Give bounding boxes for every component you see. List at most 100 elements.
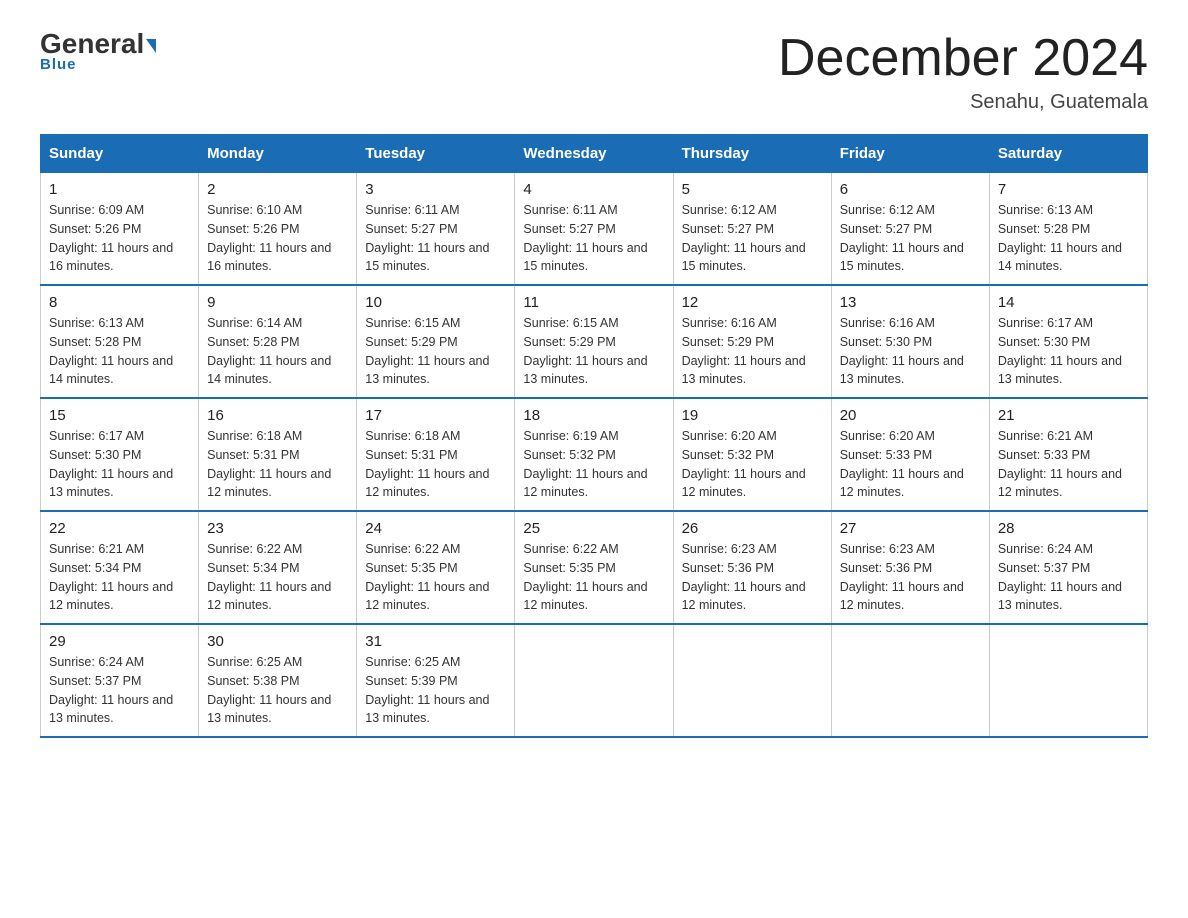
calendar-day-cell: 31 Sunrise: 6:25 AMSunset: 5:39 PMDaylig… bbox=[357, 624, 515, 737]
day-info: Sunrise: 6:12 AMSunset: 5:27 PMDaylight:… bbox=[682, 201, 823, 276]
calendar-day-cell: 23 Sunrise: 6:22 AMSunset: 5:34 PMDaylig… bbox=[199, 511, 357, 624]
calendar-table: SundayMondayTuesdayWednesdayThursdayFrid… bbox=[40, 134, 1148, 738]
calendar-day-cell: 10 Sunrise: 6:15 AMSunset: 5:29 PMDaylig… bbox=[357, 285, 515, 398]
calendar-day-cell: 17 Sunrise: 6:18 AMSunset: 5:31 PMDaylig… bbox=[357, 398, 515, 511]
day-info: Sunrise: 6:11 AMSunset: 5:27 PMDaylight:… bbox=[365, 201, 506, 276]
day-info: Sunrise: 6:24 AMSunset: 5:37 PMDaylight:… bbox=[998, 540, 1139, 615]
calendar-day-header: Wednesday bbox=[515, 135, 673, 173]
day-info: Sunrise: 6:15 AMSunset: 5:29 PMDaylight:… bbox=[365, 314, 506, 389]
calendar-day-cell: 19 Sunrise: 6:20 AMSunset: 5:32 PMDaylig… bbox=[673, 398, 831, 511]
calendar-day-cell: 3 Sunrise: 6:11 AMSunset: 5:27 PMDayligh… bbox=[357, 173, 515, 286]
day-number: 10 bbox=[365, 294, 506, 311]
day-info: Sunrise: 6:12 AMSunset: 5:27 PMDaylight:… bbox=[840, 201, 981, 276]
day-number: 18 bbox=[523, 407, 664, 424]
day-info: Sunrise: 6:13 AMSunset: 5:28 PMDaylight:… bbox=[49, 314, 190, 389]
day-info: Sunrise: 6:20 AMSunset: 5:33 PMDaylight:… bbox=[840, 427, 981, 502]
calendar-day-cell: 4 Sunrise: 6:11 AMSunset: 5:27 PMDayligh… bbox=[515, 173, 673, 286]
calendar-day-cell: 21 Sunrise: 6:21 AMSunset: 5:33 PMDaylig… bbox=[989, 398, 1147, 511]
day-info: Sunrise: 6:16 AMSunset: 5:30 PMDaylight:… bbox=[840, 314, 981, 389]
calendar-day-cell: 12 Sunrise: 6:16 AMSunset: 5:29 PMDaylig… bbox=[673, 285, 831, 398]
day-info: Sunrise: 6:23 AMSunset: 5:36 PMDaylight:… bbox=[682, 540, 823, 615]
calendar-week-row: 29 Sunrise: 6:24 AMSunset: 5:37 PMDaylig… bbox=[41, 624, 1148, 737]
day-number: 1 bbox=[49, 181, 190, 198]
day-info: Sunrise: 6:25 AMSunset: 5:38 PMDaylight:… bbox=[207, 653, 348, 728]
calendar-day-cell: 8 Sunrise: 6:13 AMSunset: 5:28 PMDayligh… bbox=[41, 285, 199, 398]
calendar-day-header: Tuesday bbox=[357, 135, 515, 173]
day-number: 22 bbox=[49, 520, 190, 537]
day-info: Sunrise: 6:15 AMSunset: 5:29 PMDaylight:… bbox=[523, 314, 664, 389]
calendar-day-cell: 24 Sunrise: 6:22 AMSunset: 5:35 PMDaylig… bbox=[357, 511, 515, 624]
day-info: Sunrise: 6:11 AMSunset: 5:27 PMDaylight:… bbox=[523, 201, 664, 276]
day-info: Sunrise: 6:17 AMSunset: 5:30 PMDaylight:… bbox=[998, 314, 1139, 389]
day-number: 9 bbox=[207, 294, 348, 311]
calendar-week-row: 15 Sunrise: 6:17 AMSunset: 5:30 PMDaylig… bbox=[41, 398, 1148, 511]
day-info: Sunrise: 6:17 AMSunset: 5:30 PMDaylight:… bbox=[49, 427, 190, 502]
calendar-day-cell: 29 Sunrise: 6:24 AMSunset: 5:37 PMDaylig… bbox=[41, 624, 199, 737]
logo-text: General bbox=[40, 30, 156, 58]
calendar-day-cell: 26 Sunrise: 6:23 AMSunset: 5:36 PMDaylig… bbox=[673, 511, 831, 624]
calendar-header-row: SundayMondayTuesdayWednesdayThursdayFrid… bbox=[41, 135, 1148, 173]
logo: General Blue bbox=[40, 30, 156, 73]
day-number: 23 bbox=[207, 520, 348, 537]
day-info: Sunrise: 6:09 AMSunset: 5:26 PMDaylight:… bbox=[49, 201, 190, 276]
day-number: 15 bbox=[49, 407, 190, 424]
day-info: Sunrise: 6:19 AMSunset: 5:32 PMDaylight:… bbox=[523, 427, 664, 502]
day-info: Sunrise: 6:18 AMSunset: 5:31 PMDaylight:… bbox=[207, 427, 348, 502]
day-number: 27 bbox=[840, 520, 981, 537]
calendar-day-cell: 28 Sunrise: 6:24 AMSunset: 5:37 PMDaylig… bbox=[989, 511, 1147, 624]
day-number: 19 bbox=[682, 407, 823, 424]
day-info: Sunrise: 6:21 AMSunset: 5:34 PMDaylight:… bbox=[49, 540, 190, 615]
day-info: Sunrise: 6:22 AMSunset: 5:35 PMDaylight:… bbox=[523, 540, 664, 615]
calendar-day-cell bbox=[673, 624, 831, 737]
calendar-day-cell: 20 Sunrise: 6:20 AMSunset: 5:33 PMDaylig… bbox=[831, 398, 989, 511]
day-number: 29 bbox=[49, 633, 190, 650]
day-number: 12 bbox=[682, 294, 823, 311]
day-number: 31 bbox=[365, 633, 506, 650]
calendar-day-cell: 22 Sunrise: 6:21 AMSunset: 5:34 PMDaylig… bbox=[41, 511, 199, 624]
day-info: Sunrise: 6:14 AMSunset: 5:28 PMDaylight:… bbox=[207, 314, 348, 389]
calendar-week-row: 1 Sunrise: 6:09 AMSunset: 5:26 PMDayligh… bbox=[41, 173, 1148, 286]
calendar-day-cell: 27 Sunrise: 6:23 AMSunset: 5:36 PMDaylig… bbox=[831, 511, 989, 624]
day-number: 8 bbox=[49, 294, 190, 311]
calendar-day-cell: 1 Sunrise: 6:09 AMSunset: 5:26 PMDayligh… bbox=[41, 173, 199, 286]
day-info: Sunrise: 6:24 AMSunset: 5:37 PMDaylight:… bbox=[49, 653, 190, 728]
calendar-day-header: Saturday bbox=[989, 135, 1147, 173]
calendar-day-cell: 7 Sunrise: 6:13 AMSunset: 5:28 PMDayligh… bbox=[989, 173, 1147, 286]
day-info: Sunrise: 6:20 AMSunset: 5:32 PMDaylight:… bbox=[682, 427, 823, 502]
calendar-day-cell: 9 Sunrise: 6:14 AMSunset: 5:28 PMDayligh… bbox=[199, 285, 357, 398]
month-title: December 2024 bbox=[778, 30, 1148, 87]
day-number: 14 bbox=[998, 294, 1139, 311]
calendar-day-cell: 5 Sunrise: 6:12 AMSunset: 5:27 PMDayligh… bbox=[673, 173, 831, 286]
day-number: 3 bbox=[365, 181, 506, 198]
logo-triangle-icon bbox=[146, 39, 156, 53]
day-number: 17 bbox=[365, 407, 506, 424]
calendar-day-header: Friday bbox=[831, 135, 989, 173]
day-info: Sunrise: 6:22 AMSunset: 5:35 PMDaylight:… bbox=[365, 540, 506, 615]
day-info: Sunrise: 6:21 AMSunset: 5:33 PMDaylight:… bbox=[998, 427, 1139, 502]
day-info: Sunrise: 6:18 AMSunset: 5:31 PMDaylight:… bbox=[365, 427, 506, 502]
logo-blue-text: Blue bbox=[40, 56, 77, 73]
calendar-day-cell: 14 Sunrise: 6:17 AMSunset: 5:30 PMDaylig… bbox=[989, 285, 1147, 398]
calendar-day-cell bbox=[989, 624, 1147, 737]
page-header: General Blue December 2024 Senahu, Guate… bbox=[40, 30, 1148, 114]
location-subtitle: Senahu, Guatemala bbox=[778, 91, 1148, 114]
day-number: 6 bbox=[840, 181, 981, 198]
calendar-day-header: Monday bbox=[199, 135, 357, 173]
day-number: 11 bbox=[523, 294, 664, 311]
calendar-day-cell: 6 Sunrise: 6:12 AMSunset: 5:27 PMDayligh… bbox=[831, 173, 989, 286]
day-info: Sunrise: 6:13 AMSunset: 5:28 PMDaylight:… bbox=[998, 201, 1139, 276]
day-number: 26 bbox=[682, 520, 823, 537]
day-info: Sunrise: 6:23 AMSunset: 5:36 PMDaylight:… bbox=[840, 540, 981, 615]
calendar-day-header: Thursday bbox=[673, 135, 831, 173]
calendar-day-cell: 11 Sunrise: 6:15 AMSunset: 5:29 PMDaylig… bbox=[515, 285, 673, 398]
day-info: Sunrise: 6:16 AMSunset: 5:29 PMDaylight:… bbox=[682, 314, 823, 389]
day-number: 16 bbox=[207, 407, 348, 424]
day-number: 4 bbox=[523, 181, 664, 198]
calendar-day-cell: 16 Sunrise: 6:18 AMSunset: 5:31 PMDaylig… bbox=[199, 398, 357, 511]
calendar-day-cell bbox=[515, 624, 673, 737]
day-info: Sunrise: 6:25 AMSunset: 5:39 PMDaylight:… bbox=[365, 653, 506, 728]
day-number: 30 bbox=[207, 633, 348, 650]
calendar-day-cell: 15 Sunrise: 6:17 AMSunset: 5:30 PMDaylig… bbox=[41, 398, 199, 511]
calendar-week-row: 8 Sunrise: 6:13 AMSunset: 5:28 PMDayligh… bbox=[41, 285, 1148, 398]
calendar-day-cell: 13 Sunrise: 6:16 AMSunset: 5:30 PMDaylig… bbox=[831, 285, 989, 398]
